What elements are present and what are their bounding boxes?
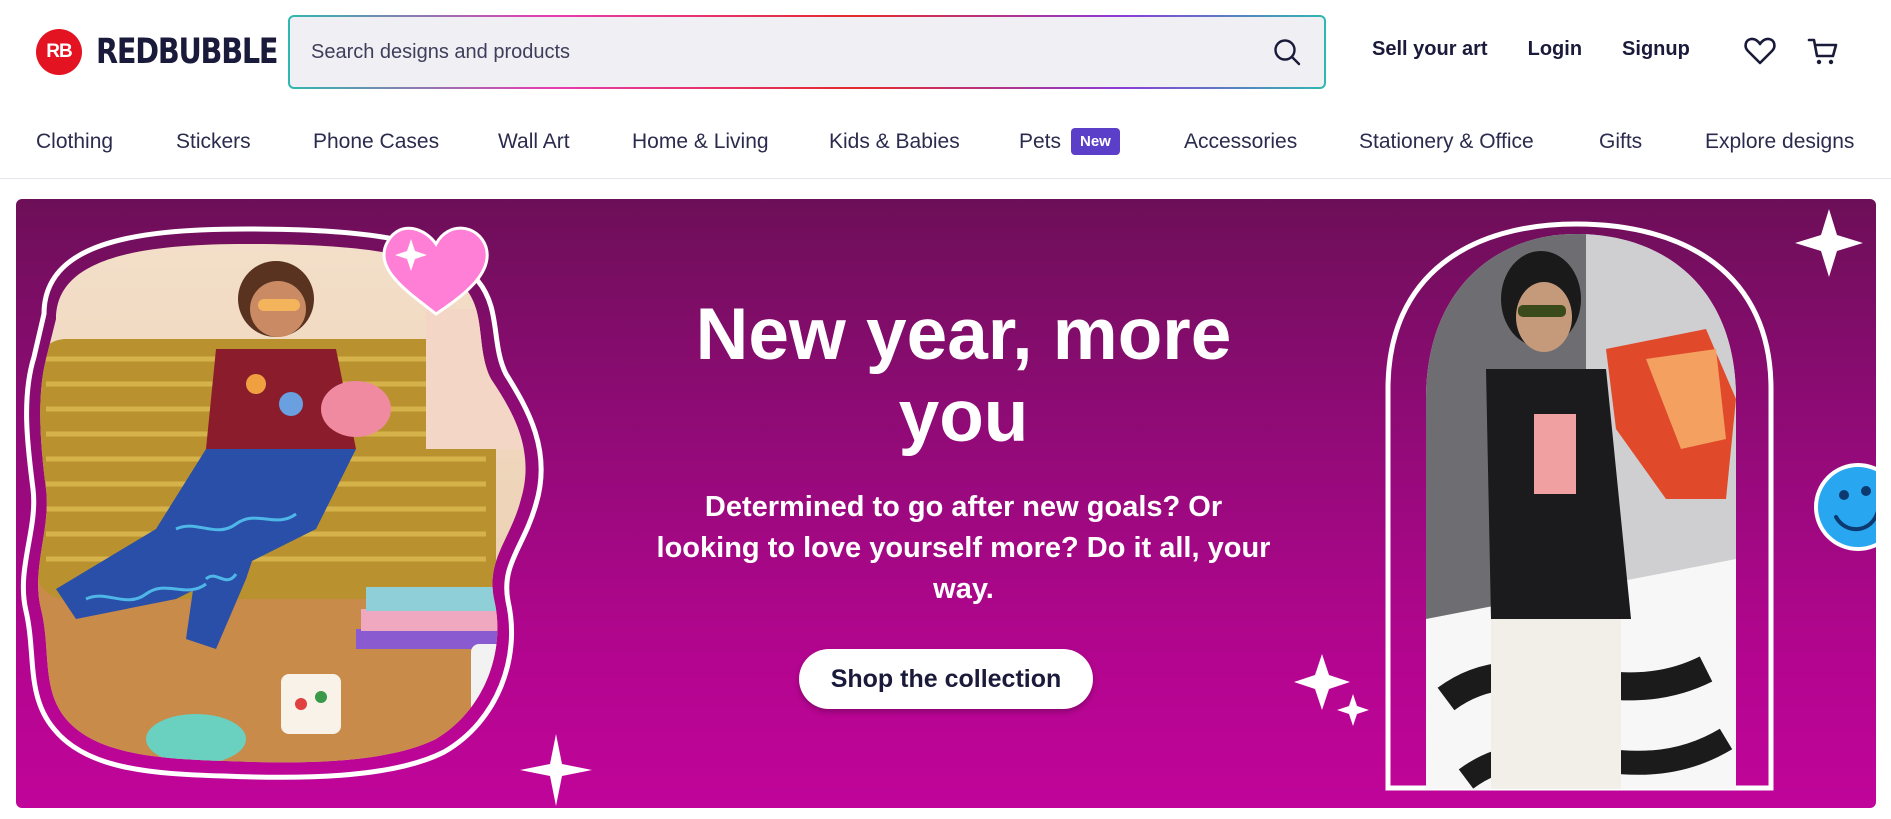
hero-title: New year, more you: [695, 294, 1232, 457]
nav-phone-cases[interactable]: Phone Cases: [313, 130, 439, 154]
nav-kids-babies[interactable]: Kids & Babies: [829, 130, 960, 154]
nav-clothing[interactable]: Clothing: [36, 130, 113, 154]
heart-icon[interactable]: [1743, 34, 1777, 68]
signup-link[interactable]: Signup: [1622, 38, 1690, 61]
redbubble-logo[interactable]: RB REDBUBBLE: [36, 29, 317, 75]
nav-accessories[interactable]: Accessories: [1184, 130, 1297, 154]
nav-stationery-office[interactable]: Stationery & Office: [1359, 130, 1534, 154]
hero-subtitle: Determined to go after new goals? Or loo…: [656, 491, 1271, 605]
nav-wall-art[interactable]: Wall Art: [498, 130, 570, 154]
search-input[interactable]: [290, 17, 1324, 87]
nav-pets[interactable]: Pets: [1019, 130, 1061, 154]
account-links: Sell your art Login Signup: [1372, 38, 1690, 61]
nav-explore-designs[interactable]: Explore designs: [1705, 130, 1854, 154]
nav-home-living[interactable]: Home & Living: [632, 130, 769, 154]
cart-icon[interactable]: [1806, 34, 1840, 68]
sell-your-art-link[interactable]: Sell your art: [1372, 38, 1488, 61]
search-bar: [288, 15, 1326, 89]
nav-stickers[interactable]: Stickers: [176, 130, 251, 154]
hero-left-photo: [20, 226, 592, 806]
logo-mark-icon: RB: [36, 29, 82, 75]
site-header: RB REDBUBBLE Sell your art Login Signup: [0, 0, 1891, 103]
shop-collection-button[interactable]: Shop the collection: [799, 649, 1093, 709]
logo-wordmark: REDBUBBLE: [96, 32, 279, 72]
new-badge: New: [1071, 128, 1120, 155]
hero-banner: New year, more you Determined to go afte…: [16, 199, 1876, 808]
login-link[interactable]: Login: [1528, 38, 1582, 61]
category-nav: Clothing Stickers Phone Cases Wall Art H…: [0, 103, 1891, 179]
hero-right-photo: [1294, 209, 1876, 791]
search-icon[interactable]: [1272, 37, 1302, 67]
nav-gifts[interactable]: Gifts: [1599, 130, 1642, 154]
